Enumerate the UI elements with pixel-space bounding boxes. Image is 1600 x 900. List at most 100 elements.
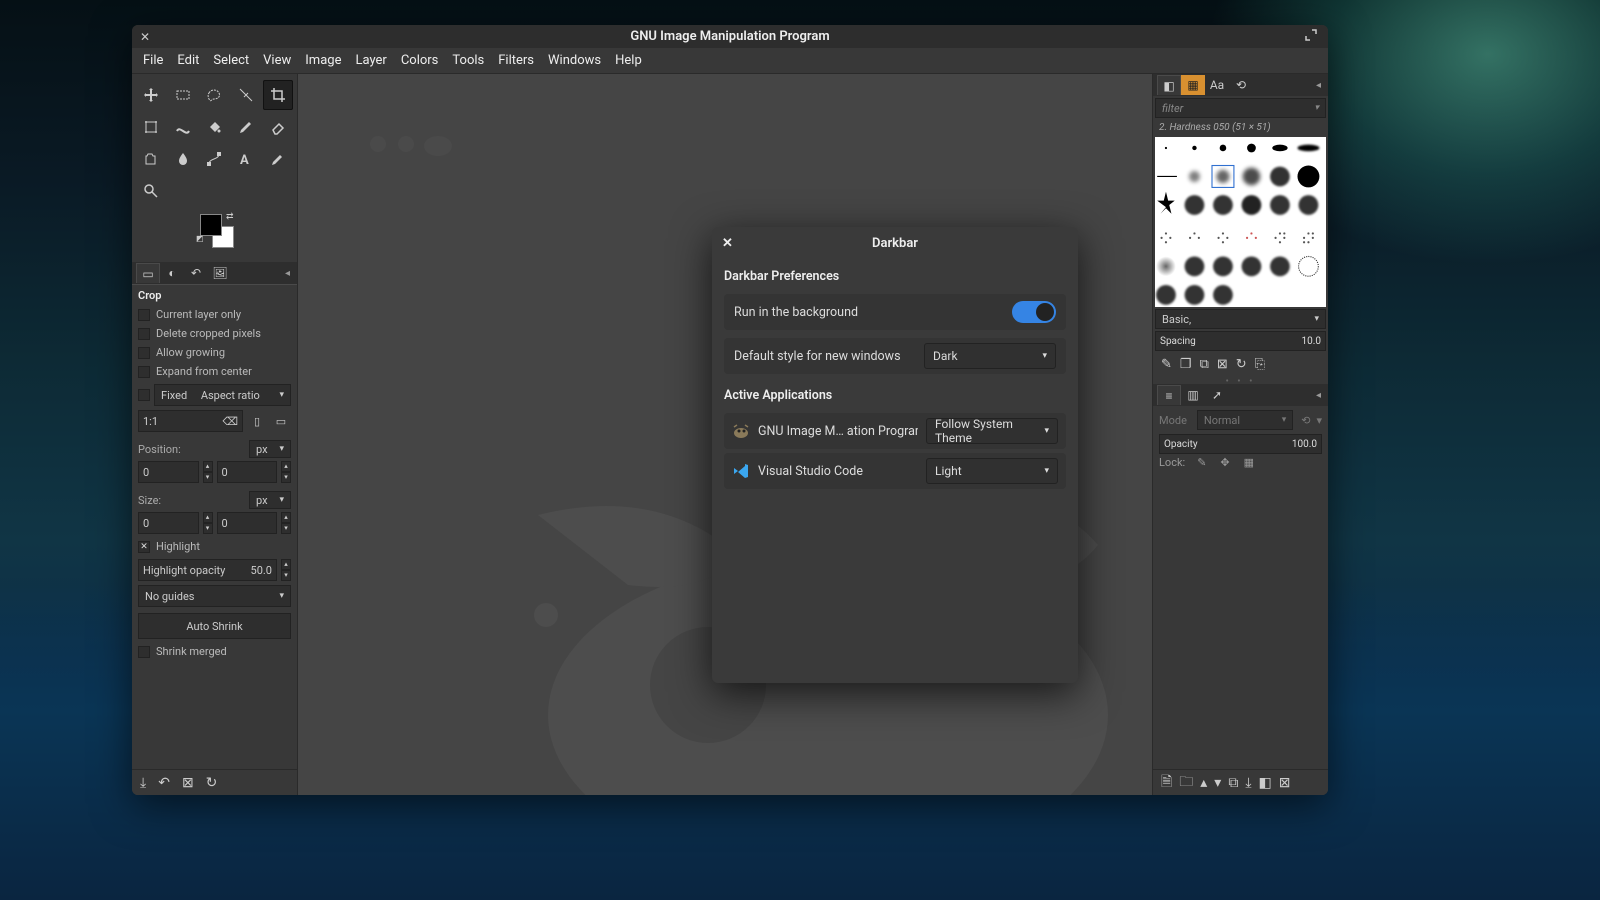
tool-color-picker[interactable] (263, 144, 293, 174)
lock-position-icon[interactable]: ✥ (1220, 456, 1229, 469)
color-swatches[interactable]: ⇄ ◩ (136, 212, 293, 250)
mode-reset-icon[interactable]: ⟲ (1301, 414, 1310, 427)
brush-filter-input[interactable]: filter▾ (1155, 98, 1326, 118)
clear-icon[interactable]: ⌫ (222, 415, 238, 428)
spinner[interactable]: ▴▾ (281, 461, 291, 483)
new-brush-icon[interactable]: ❐ (1180, 357, 1192, 372)
position-unit-dropdown[interactable]: px▾ (249, 440, 291, 458)
menu-edit[interactable]: Edit (170, 49, 206, 72)
tab-fonts[interactable]: Aa (1205, 75, 1229, 95)
size-unit-dropdown[interactable]: px▾ (249, 491, 291, 509)
delete-brush-icon[interactable]: ⊠ (1217, 357, 1228, 372)
tab-layers[interactable]: ≡ (1157, 385, 1181, 405)
orientation-landscape-icon[interactable]: ▭ (271, 415, 291, 428)
run-background-toggle[interactable] (1012, 301, 1056, 323)
ratio-input[interactable]: 1:1⌫ (138, 410, 243, 432)
brush-spacing-input[interactable]: Spacing10.0 (1155, 331, 1326, 351)
menu-view[interactable]: View (256, 49, 298, 72)
tool-transform[interactable] (136, 112, 166, 142)
menu-colors[interactable]: Colors (394, 49, 446, 72)
tab-images[interactable]: 🖼 (208, 263, 232, 283)
lock-alpha-icon[interactable]: ▦ (1244, 456, 1254, 469)
darkbar-titlebar[interactable]: ✕ Darkbar (712, 227, 1078, 259)
lower-layer-icon[interactable]: ▾ (1214, 775, 1221, 791)
checkbox-expand-center[interactable] (138, 366, 150, 378)
tool-smudge[interactable] (168, 144, 198, 174)
new-layer-icon[interactable]: 🗎 (1161, 771, 1172, 795)
tool-clone[interactable] (136, 144, 166, 174)
spinner[interactable]: ▴▾ (281, 512, 291, 534)
size-w-input[interactable]: 0 (138, 512, 199, 534)
restore-icon[interactable]: ↶ (158, 775, 170, 791)
close-icon[interactable]: ✕ (140, 30, 150, 44)
save-icon[interactable]: ⤓ (140, 775, 146, 791)
menu-file[interactable]: File (136, 49, 170, 72)
canvas-area[interactable]: ✕ Darkbar Darkbar Preferences Run in the… (298, 74, 1152, 795)
tool-paths[interactable] (200, 144, 230, 174)
gimp-titlebar[interactable]: ✕ GNU Image Manipulation Program (132, 25, 1328, 48)
menu-filters[interactable]: Filters (491, 49, 541, 72)
menu-image[interactable]: Image (298, 49, 348, 72)
position-y-input[interactable]: 0 (217, 461, 278, 483)
position-x-input[interactable]: 0 (138, 461, 199, 483)
auto-shrink-button[interactable]: Auto Shrink (138, 613, 291, 639)
tool-move[interactable] (136, 80, 166, 110)
tool-warp[interactable] (168, 112, 198, 142)
tab-menu-icon[interactable]: ◂ (1313, 390, 1324, 401)
tool-bucket-fill[interactable] (200, 112, 230, 142)
tab-history[interactable]: ⟲ (1229, 75, 1253, 95)
tool-fuzzy-select[interactable] (231, 80, 261, 110)
layer-mode-dropdown[interactable]: Normal▾ (1197, 410, 1293, 430)
delete-icon[interactable]: ⊠ (182, 775, 194, 791)
tool-eraser[interactable] (263, 112, 293, 142)
brush-preset-dropdown[interactable]: Basic,▾ (1155, 309, 1326, 329)
maximize-icon[interactable] (1304, 28, 1320, 44)
raise-layer-icon[interactable]: ▴ (1200, 775, 1207, 791)
merge-down-icon[interactable]: ⤓ (1245, 775, 1251, 791)
reset-icon[interactable]: ↻ (206, 775, 218, 791)
guides-dropdown[interactable]: No guides▾ (138, 585, 291, 607)
app-style-dropdown[interactable]: Light▾ (926, 458, 1058, 484)
tab-tool-options[interactable]: ▭ (136, 263, 160, 283)
tab-menu-icon[interactable]: ◂ (1313, 80, 1324, 91)
tool-crop[interactable] (263, 80, 293, 110)
app-style-dropdown[interactable]: Follow System Theme▾ (926, 418, 1058, 444)
size-h-input[interactable]: 0 (217, 512, 278, 534)
duplicate-brush-icon[interactable]: ⧉ (1200, 357, 1209, 372)
foreground-color-swatch[interactable] (200, 214, 222, 236)
tab-menu-icon[interactable]: ◂ (282, 268, 293, 279)
fixed-mode-dropdown[interactable]: Fixed Aspect ratio ▾ (154, 384, 291, 406)
brush-grid[interactable] (1155, 137, 1326, 307)
tool-paintbrush[interactable] (231, 112, 261, 142)
tab-brushes[interactable]: ◧ (1157, 75, 1181, 95)
checkbox-current-layer-only[interactable] (138, 309, 150, 321)
tab-patterns[interactable]: ▦ (1181, 75, 1205, 95)
menu-layer[interactable]: Layer (348, 49, 393, 72)
tab-channels[interactable]: ▥ (1181, 385, 1205, 405)
tab-device-status[interactable]: ◐ (160, 263, 184, 283)
close-icon[interactable]: ✕ (722, 236, 733, 251)
checkbox-fixed[interactable] (138, 389, 150, 401)
tool-zoom[interactable] (136, 176, 166, 206)
delete-layer-icon[interactable]: ⊠ (1279, 775, 1291, 791)
menu-select[interactable]: Select (206, 49, 256, 72)
checkbox-shrink-merged[interactable] (138, 646, 150, 658)
tab-paths[interactable]: ➚ (1205, 385, 1229, 405)
menu-help[interactable]: Help (608, 49, 649, 72)
mask-icon[interactable]: ◧ (1259, 775, 1272, 791)
default-style-dropdown[interactable]: Dark▾ (924, 343, 1056, 369)
spinner[interactable]: ▴▾ (203, 461, 213, 483)
new-group-icon[interactable]: 🗀 (1179, 771, 1193, 795)
menu-tools[interactable]: Tools (445, 49, 491, 72)
tool-rect-select[interactable] (168, 80, 198, 110)
refresh-brush-icon[interactable]: ↻ (1236, 357, 1247, 372)
spinner[interactable]: ▴▾ (203, 512, 213, 534)
checkbox-allow-growing[interactable] (138, 347, 150, 359)
open-as-image-icon[interactable]: ⎘ (1255, 357, 1265, 372)
swap-colors-icon[interactable]: ⇄ (226, 212, 234, 222)
duplicate-layer-icon[interactable]: ⧉ (1228, 775, 1238, 791)
tool-text[interactable]: A (231, 144, 261, 174)
tab-undo-history[interactable]: ↶ (184, 263, 208, 283)
menu-windows[interactable]: Windows (541, 49, 608, 72)
tool-free-select[interactable] (200, 80, 230, 110)
